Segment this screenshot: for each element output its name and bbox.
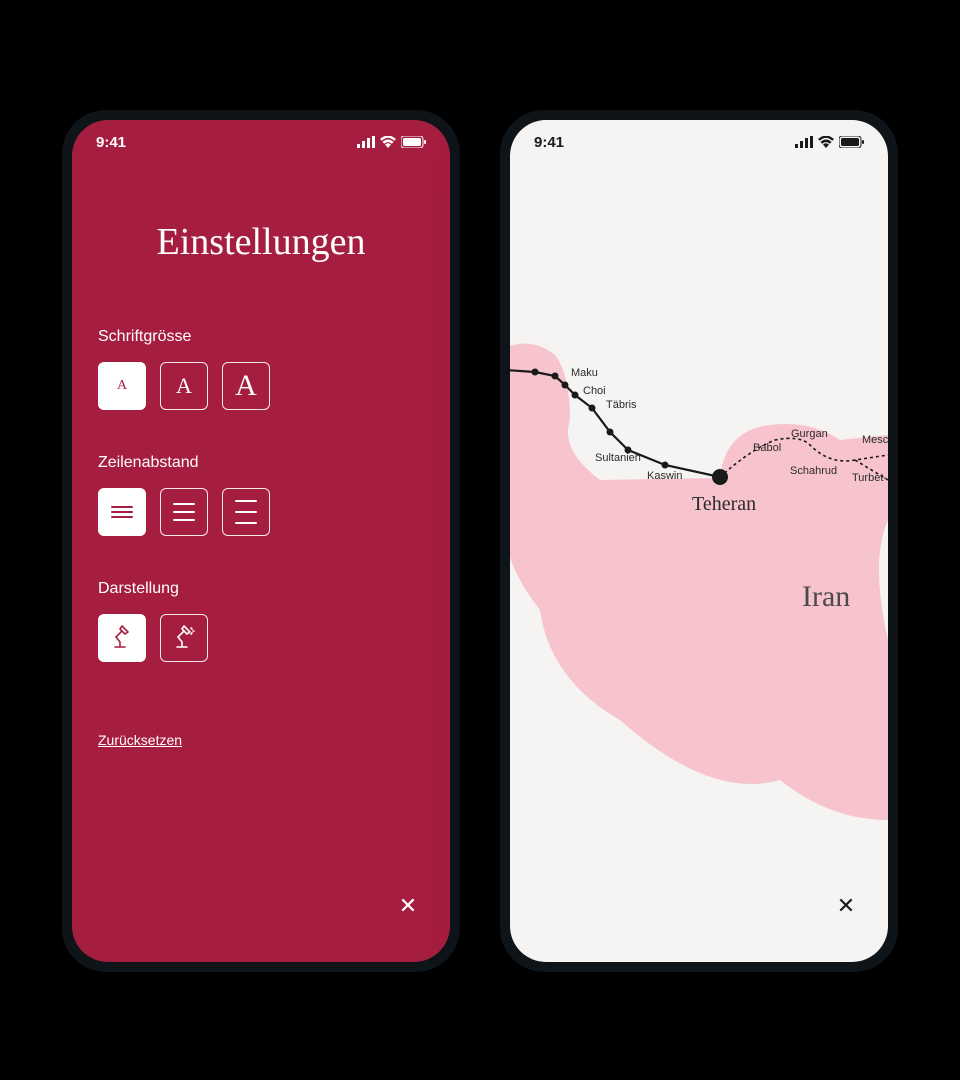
settings-screen: 9:41 Einstellungen Schriftgrösse A A A Z… [72, 120, 450, 962]
signal-icon [357, 136, 375, 148]
phone-settings: 9:41 Einstellungen Schriftgrösse A A A Z… [62, 110, 460, 972]
city-label: Choi [583, 385, 606, 397]
battery-icon [401, 136, 426, 148]
section-appearance: Darstellung [98, 580, 424, 662]
font-size-label: Schriftgrösse [98, 328, 424, 346]
font-size-medium-button[interactable]: A [160, 362, 208, 410]
line-spacing-medium-button[interactable] [160, 488, 208, 536]
appearance-light-button[interactable] [98, 614, 146, 662]
line-spacing-tight-button[interactable] [98, 488, 146, 536]
battery-icon [839, 136, 864, 148]
appearance-dark-button[interactable] [160, 614, 208, 662]
major-city-label: Teheran [692, 493, 756, 516]
appearance-label: Darstellung [98, 580, 424, 598]
signal-icon [795, 136, 813, 148]
status-icons [795, 136, 864, 148]
wifi-icon [380, 136, 396, 148]
status-time: 9:41 [96, 134, 126, 151]
status-time: 9:41 [534, 134, 564, 151]
phone-map: 9:41 [500, 110, 898, 972]
page-title: Einstellungen [98, 220, 424, 264]
teheran-dot [712, 469, 728, 485]
city-label: Maku [571, 367, 598, 379]
status-bar: 9:41 [510, 120, 888, 164]
city-label: Kaswin [647, 470, 682, 482]
city-label: Mesch [862, 434, 888, 446]
map-area[interactable]: Maku Choi Täbris Sultanieh Kaswin Babol … [510, 120, 888, 962]
close-button[interactable]: ✕ [832, 892, 860, 920]
line-spacing-wide-button[interactable] [222, 488, 270, 536]
country-label: Iran [802, 580, 850, 614]
city-label: Gurgan [791, 428, 828, 440]
city-label: Schahrud [790, 465, 837, 477]
close-button[interactable]: ✕ [394, 892, 422, 920]
reset-link[interactable]: Zurücksetzen [98, 732, 182, 748]
city-label: Babol [753, 442, 781, 454]
section-font-size: Schriftgrösse A A A [98, 328, 424, 410]
map-svg [510, 120, 888, 962]
wifi-icon [818, 136, 834, 148]
status-icons [357, 136, 426, 148]
line-spacing-label: Zeilenabstand [98, 454, 424, 472]
status-bar: 9:41 [72, 120, 450, 164]
lamp-dark-icon [171, 625, 197, 651]
city-label: Sultanieh [595, 452, 641, 464]
map-screen: 9:41 [510, 120, 888, 962]
font-size-large-button[interactable]: A [222, 362, 270, 410]
lines-tight-icon [111, 506, 133, 518]
lamp-light-icon [109, 625, 135, 651]
city-label: Täbris [606, 399, 637, 411]
section-line-spacing: Zeilenabstand [98, 454, 424, 536]
lines-wide-icon [235, 500, 257, 524]
city-label: Turbet- [852, 472, 887, 484]
font-size-small-button[interactable]: A [98, 362, 146, 410]
lines-medium-icon [173, 503, 195, 521]
